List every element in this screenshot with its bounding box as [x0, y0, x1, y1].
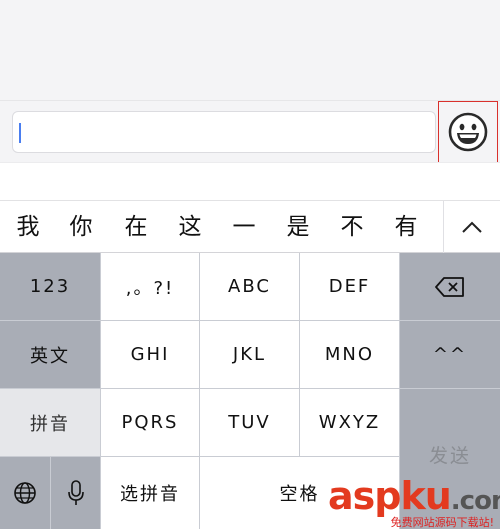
- english-key[interactable]: 英文: [0, 321, 100, 388]
- emoticon-key[interactable]: ^^: [400, 321, 500, 388]
- candidate-item[interactable]: 是: [278, 201, 318, 253]
- microphone-key[interactable]: [51, 457, 100, 529]
- watermark-brand: aspku.com: [328, 474, 500, 518]
- pinyin-key[interactable]: 拼音: [0, 389, 100, 456]
- mno-key[interactable]: MNO: [300, 321, 399, 388]
- candidate-item[interactable]: 你: [61, 201, 101, 253]
- chat-message-area: [0, 0, 500, 100]
- candidate-item[interactable]: 这: [170, 201, 210, 253]
- wxyz-key[interactable]: WXYZ: [300, 389, 399, 456]
- watermark-logo: aspku.com 免费网站源码下载站!: [328, 474, 500, 529]
- microphone-icon: [67, 480, 84, 505]
- def-key[interactable]: DEF: [300, 253, 399, 320]
- select-pinyin-key[interactable]: 选拼音: [101, 457, 199, 529]
- input-spacer: [0, 162, 500, 200]
- globe-icon: [14, 482, 36, 504]
- candidate-item[interactable]: 不: [332, 201, 372, 253]
- message-input[interactable]: [12, 111, 436, 153]
- smiley-icon: [448, 112, 488, 152]
- candidate-bar: 我 你 在 这 一 是 不 有: [0, 200, 500, 253]
- abc-key[interactable]: ABC: [200, 253, 299, 320]
- jkl-key[interactable]: JKL: [200, 321, 299, 388]
- collapse-candidates-button[interactable]: [444, 201, 500, 253]
- pqrs-key[interactable]: PQRS: [101, 389, 199, 456]
- candidate-item[interactable]: 一: [224, 201, 264, 253]
- globe-key[interactable]: [0, 457, 50, 529]
- ghi-key[interactable]: GHI: [101, 321, 199, 388]
- numbers-key[interactable]: 123: [0, 253, 100, 320]
- send-label: 发送: [428, 445, 471, 467]
- backspace-icon: [435, 276, 464, 297]
- message-input-bar: [0, 100, 500, 163]
- watermark-subtitle: 免费网站源码下载站!: [390, 516, 494, 529]
- tuv-key[interactable]: TUV: [200, 389, 299, 456]
- backspace-key[interactable]: [400, 253, 500, 320]
- chevron-up-icon: [462, 221, 482, 233]
- candidate-item[interactable]: 在: [116, 201, 156, 253]
- punctuation-key[interactable]: ,。?!: [101, 253, 199, 320]
- text-caret: [19, 123, 21, 143]
- candidate-item[interactable]: 有: [386, 201, 426, 253]
- candidate-item[interactable]: 我: [8, 201, 48, 253]
- emoji-button[interactable]: [438, 101, 498, 163]
